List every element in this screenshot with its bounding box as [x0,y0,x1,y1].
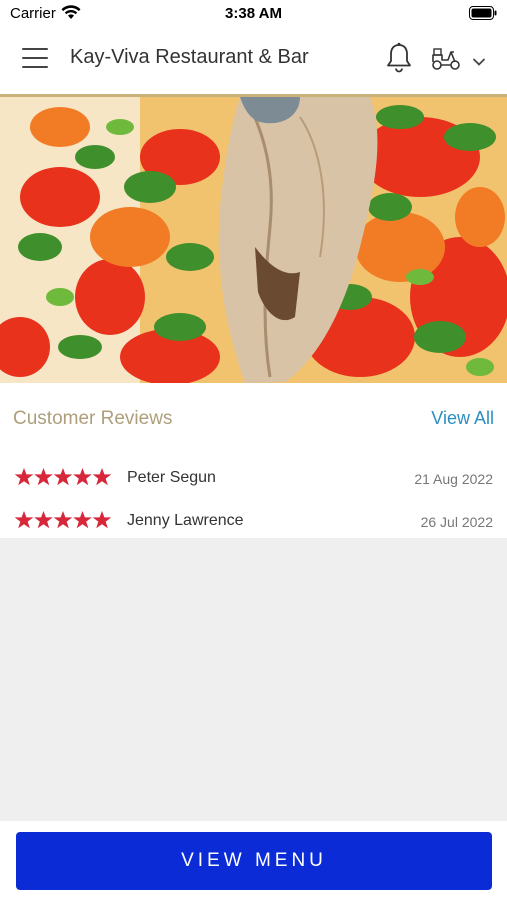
delivery-scooter-icon[interactable] [430,46,462,77]
food-photo [0,97,507,383]
clock: 3:38 AM [225,5,282,22]
footer-bar: VIEW MENU [0,821,507,900]
customer-reviews-section: Customer Reviews View All Peter Segun 21… [0,383,507,538]
view-all-link[interactable]: View All [431,408,494,429]
chevron-down-icon[interactable] [472,54,486,72]
reviews-title: Customer Reviews [13,408,173,429]
hamburger-menu-icon[interactable] [22,48,48,70]
review-row[interactable]: Peter Segun 21 Aug 2022 [0,465,507,495]
review-row[interactable]: Jenny Lawrence 26 Jul 2022 [0,508,507,538]
status-bar: Carrier 3:38 AM [0,0,507,26]
review-date: 21 Aug 2022 [414,471,493,487]
star-rating [14,510,112,535]
reviewer-name: Jenny Lawrence [127,512,244,529]
battery-icon [469,6,497,25]
view-menu-button[interactable]: VIEW MENU [16,832,492,890]
star-rating [14,467,112,492]
reviewer-name: Peter Segun [127,469,216,486]
page-title: Kay-Viva Restaurant & Bar [70,46,309,68]
app-header: Kay-Viva Restaurant & Bar [0,26,507,94]
bell-icon[interactable] [385,42,413,79]
review-date: 26 Jul 2022 [420,514,493,530]
